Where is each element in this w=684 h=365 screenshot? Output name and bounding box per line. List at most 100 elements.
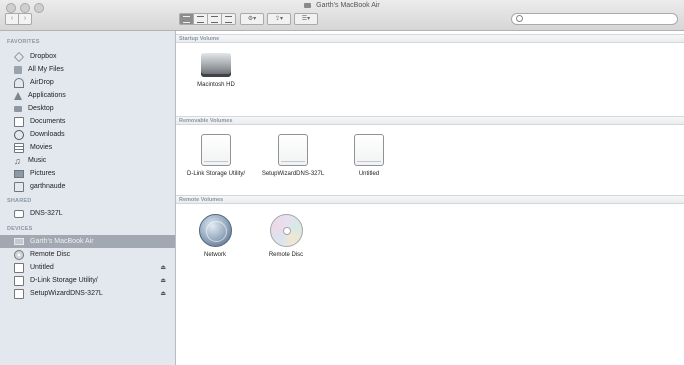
sidebar-item-dlink-storage-utility[interactable]: D-Link Storage Utility/ ⏏: [0, 274, 175, 287]
navigation-buttons: ‹ ›: [5, 13, 32, 25]
sidebar-item-label: AirDrop: [30, 79, 54, 86]
airdrop-icon: [14, 77, 24, 88]
eject-icon[interactable]: ⏏: [160, 277, 166, 284]
main-content: Startup Volume Macintosh HD Removable Vo…: [176, 31, 684, 365]
sidebar-item-label: Applications: [28, 92, 66, 99]
sidebar-item-applications[interactable]: Applications: [0, 89, 175, 102]
icon-view-button[interactable]: [179, 13, 194, 25]
computer-icon: [304, 2, 312, 8]
volume-label: Remote Disc: [268, 252, 304, 258]
downloads-icon: [14, 129, 24, 140]
sidebar-item-label: DNS-327L: [30, 210, 63, 217]
sidebar-item-airdrop[interactable]: AirDrop: [0, 76, 175, 89]
drive-icon: [14, 262, 24, 273]
desktop-icon: [14, 105, 22, 112]
external-drive-icon: [201, 134, 231, 166]
volume-label: Network: [203, 252, 226, 258]
eject-icon[interactable]: ⏏: [160, 290, 166, 297]
volume-label: SetupWizardDNS-327L: [261, 171, 325, 177]
home-folder-icon: [14, 181, 24, 192]
all-files-icon: [14, 65, 22, 74]
sidebar-item-label: All My Files: [28, 66, 64, 73]
devices-header: DEVICES: [7, 226, 33, 232]
sidebar-item-dropbox[interactable]: Dropbox: [0, 50, 175, 63]
share-menu-button[interactable]: ⇪▾: [267, 13, 291, 25]
volume-macintosh-hd[interactable]: Macintosh HD: [183, 53, 249, 89]
view-mode-selector: [179, 13, 236, 25]
forward-button[interactable]: ›: [19, 13, 32, 25]
sidebar-item-garths-macbook-air[interactable]: Garth's MacBook Air: [0, 235, 175, 248]
drive-icon: [14, 275, 24, 286]
sidebar-item-garthnaude[interactable]: garthnaude: [0, 180, 175, 193]
column-view-button[interactable]: [208, 13, 222, 25]
volume-dlink-storage-utility[interactable]: D-Link Storage Utility/: [183, 134, 249, 178]
drive-icon: [14, 288, 24, 299]
hard-disk-icon: [201, 53, 231, 77]
volume-label: D-Link Storage Utility/: [186, 171, 246, 177]
volume-untitled[interactable]: Untitled: [336, 134, 402, 178]
remote-volumes-header: Remote Volumes: [176, 195, 684, 204]
sidebar-item-desktop[interactable]: Desktop: [0, 102, 175, 115]
sidebar-item-remote-disc[interactable]: Remote Disc: [0, 248, 175, 261]
remote-disc-icon: [14, 249, 24, 260]
back-button[interactable]: ‹: [5, 13, 19, 25]
cd-disc-icon: [269, 214, 303, 247]
search-icon: [516, 15, 523, 22]
sidebar-item-movies[interactable]: Movies: [0, 141, 175, 154]
cover-flow-button[interactable]: [222, 13, 236, 25]
dropbox-icon: [14, 51, 24, 62]
title-bar: Garth's MacBook Air ‹ › ⚙▾ ⇪▾ ☰▾: [0, 0, 684, 31]
network-globe-icon: [198, 214, 232, 247]
volume-remote-disc[interactable]: Remote Disc: [253, 214, 319, 259]
sidebar-item-untitled[interactable]: Untitled ⏏: [0, 261, 175, 274]
sidebar-item-label: Remote Disc: [30, 251, 71, 258]
icon-view-icon: [183, 15, 190, 23]
external-drive-icon: [278, 134, 308, 166]
window-title: Garth's MacBook Air: [316, 2, 380, 9]
server-icon: [14, 209, 24, 218]
sidebar-item-dns-327l[interactable]: DNS-327L: [0, 207, 175, 220]
search-input[interactable]: [524, 14, 669, 24]
sidebar-item-label: D-Link Storage Utility/: [30, 277, 98, 284]
sidebar-item-label: garthnaude: [30, 183, 66, 190]
sidebar-item-downloads[interactable]: Downloads: [0, 128, 175, 141]
movies-icon: [14, 142, 24, 153]
window-title-area: Garth's MacBook Air: [0, 2, 684, 9]
sidebar-item-label: Garth's MacBook Air: [30, 238, 94, 245]
music-icon: ♫: [14, 155, 21, 166]
sidebar-item-documents[interactable]: Documents: [0, 115, 175, 128]
startup-volume-header: Startup Volume: [176, 34, 684, 43]
volume-setupwizarddns-327l[interactable]: SetupWizardDNS-327L: [260, 134, 326, 178]
volume-label: Macintosh HD: [197, 82, 235, 88]
sidebar-item-label: Untitled: [30, 264, 54, 271]
shared-header: SHARED: [7, 198, 32, 204]
cover-flow-icon: [225, 15, 232, 23]
removable-volumes-header: Removable Volumes: [176, 116, 684, 125]
sidebar-item-pictures[interactable]: Pictures: [0, 167, 175, 180]
applications-icon: [14, 91, 22, 100]
volume-label: Untitled: [358, 171, 380, 177]
search-field[interactable]: [511, 13, 678, 25]
sidebar-item-all-my-files[interactable]: All My Files: [0, 63, 175, 76]
volume-network[interactable]: Network: [182, 214, 248, 259]
sidebar-item-music[interactable]: ♫ Music: [0, 154, 175, 167]
sidebar-item-label: Downloads: [30, 131, 65, 138]
sidebar-item-setupwizarddns-327l[interactable]: SetupWizardDNS-327L ⏏: [0, 287, 175, 300]
sidebar-item-label: Music: [28, 157, 47, 164]
sidebar-item-label: Documents: [30, 118, 66, 125]
documents-icon: [14, 116, 24, 127]
eject-icon[interactable]: ⏏: [160, 264, 166, 271]
list-view-button[interactable]: [194, 13, 208, 25]
finder-window: Garth's MacBook Air ‹ › ⚙▾ ⇪▾ ☰▾ FAVORIT…: [0, 0, 684, 365]
list-view-icon: [197, 15, 204, 23]
arrange-menu-button[interactable]: ☰▾: [294, 13, 318, 25]
column-view-icon: [211, 15, 218, 23]
sidebar: FAVORITES Dropbox All My Files AirDrop A…: [0, 31, 176, 365]
sidebar-item-label: Desktop: [28, 105, 54, 112]
action-menu-button[interactable]: ⚙▾: [240, 13, 264, 25]
sidebar-item-label: SetupWizardDNS-327L: [30, 290, 103, 297]
sidebar-item-label: Movies: [30, 144, 53, 151]
laptop-icon: [14, 238, 24, 245]
pictures-icon: [14, 169, 24, 178]
sidebar-item-label: Dropbox: [30, 53, 57, 60]
